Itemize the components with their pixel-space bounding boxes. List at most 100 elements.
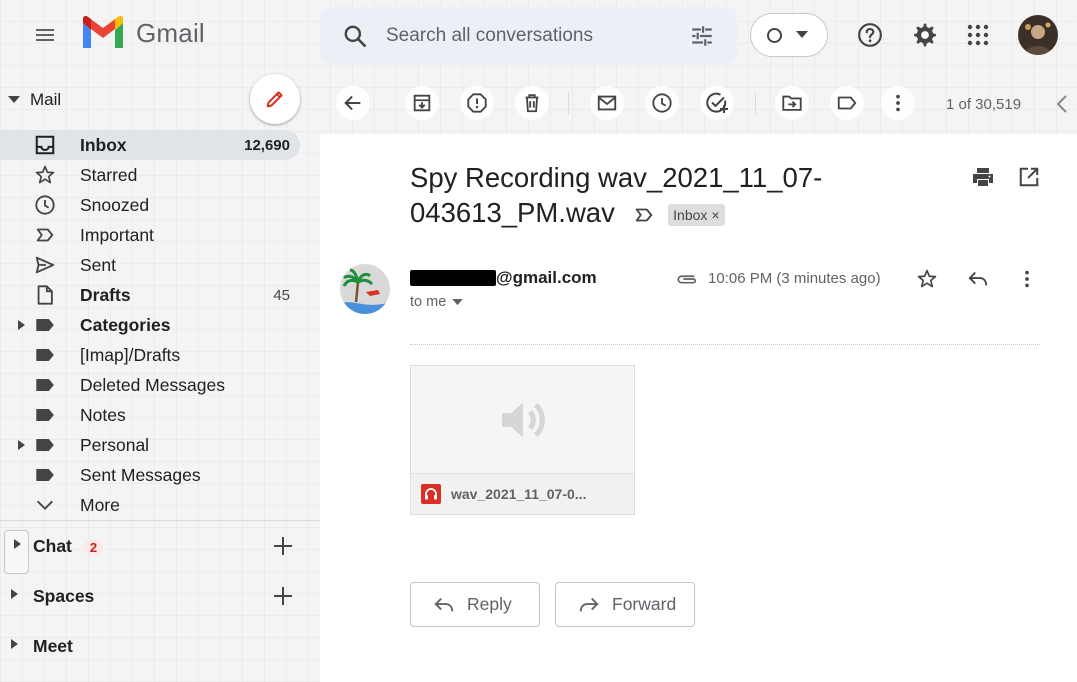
star-message-button[interactable] bbox=[912, 264, 942, 294]
chevron-down-icon bbox=[34, 494, 56, 516]
back-button[interactable] bbox=[336, 86, 370, 120]
archive-button[interactable] bbox=[405, 86, 439, 120]
sidebar-item-important[interactable]: Important bbox=[0, 220, 320, 250]
sidebar-item-sent[interactable]: Sent bbox=[0, 250, 320, 280]
snooze-button[interactable] bbox=[645, 86, 679, 120]
message-toolbar: 1 of 30,519 bbox=[320, 72, 1077, 134]
hamburger-icon bbox=[36, 29, 54, 41]
sender-avatar[interactable] bbox=[340, 264, 390, 314]
pagination-text: 1 of 30,519 bbox=[946, 96, 1022, 113]
add-to-tasks-button[interactable] bbox=[700, 86, 734, 120]
sidebar: Mail Inbox 12,690 Starred Snoozed Import… bbox=[0, 74, 320, 682]
attachment-card[interactable]: wav_2021_11_07-0... bbox=[410, 365, 635, 515]
more-vertical-icon bbox=[896, 94, 900, 112]
label-icon bbox=[34, 314, 56, 336]
recipients-toggle[interactable]: to me bbox=[410, 294, 464, 310]
search-bar bbox=[320, 7, 737, 64]
settings-button[interactable] bbox=[904, 14, 946, 56]
sidebar-item-imap-drafts[interactable]: [Imap]/Drafts bbox=[0, 340, 320, 370]
sidebar-item-label: Notes bbox=[80, 404, 126, 425]
sidebar-item-deleted-messages[interactable]: Deleted Messages bbox=[0, 370, 320, 400]
account-avatar[interactable] bbox=[1018, 15, 1058, 55]
sidebar-item-sent-messages[interactable]: Sent Messages bbox=[0, 460, 320, 490]
meet-label: Meet bbox=[33, 635, 73, 656]
apps-grid-icon bbox=[967, 24, 989, 46]
audio-file-icon bbox=[421, 484, 441, 504]
open-in-new-icon bbox=[1019, 167, 1039, 187]
reply-icon-button[interactable] bbox=[963, 264, 993, 294]
mark-unread-button[interactable] bbox=[590, 86, 624, 120]
gear-icon bbox=[914, 23, 936, 47]
move-to-button[interactable] bbox=[775, 86, 809, 120]
app-name: Gmail bbox=[136, 17, 205, 48]
caret-right-icon[interactable] bbox=[18, 320, 25, 330]
attachment-preview bbox=[411, 366, 634, 473]
sidebar-item-notes[interactable]: Notes bbox=[0, 400, 320, 430]
support-button[interactable] bbox=[849, 14, 891, 56]
forward-icon bbox=[579, 597, 599, 611]
labels-button[interactable] bbox=[830, 86, 864, 120]
chevron-left-icon[interactable] bbox=[1055, 94, 1069, 114]
reply-button[interactable]: Reply bbox=[410, 582, 540, 627]
remove-label-icon[interactable]: × bbox=[711, 207, 719, 223]
apps-button[interactable] bbox=[957, 14, 999, 56]
caret-right-icon bbox=[14, 539, 21, 549]
sidebar-item-inbox[interactable]: Inbox 12,690 bbox=[0, 130, 300, 160]
compose-button[interactable] bbox=[250, 74, 300, 124]
label-icon bbox=[34, 464, 56, 486]
sidebar-nav: Inbox 12,690 Starred Snoozed Important S… bbox=[0, 130, 320, 520]
move-to-folder-icon bbox=[782, 95, 802, 111]
sidebar-item-snoozed[interactable]: Snoozed bbox=[0, 190, 320, 220]
search-icon[interactable] bbox=[342, 23, 368, 49]
attachment-footer: wav_2021_11_07-0... bbox=[411, 473, 634, 514]
chat-expander[interactable] bbox=[4, 530, 29, 574]
print-button[interactable] bbox=[968, 162, 998, 192]
sidebar-divider bbox=[0, 520, 320, 521]
report-spam-button[interactable] bbox=[460, 86, 494, 120]
mail-icon bbox=[597, 95, 617, 111]
volume-icon bbox=[501, 402, 545, 437]
sidebar-item-label: Deleted Messages bbox=[80, 374, 225, 395]
status-selector[interactable] bbox=[750, 13, 828, 57]
label-icon bbox=[34, 404, 56, 426]
search-options-icon[interactable] bbox=[689, 23, 715, 49]
sidebar-section-meet[interactable]: Meet bbox=[0, 626, 320, 666]
redacted-name bbox=[410, 270, 496, 286]
sidebar-item-more[interactable]: More bbox=[0, 490, 320, 520]
reply-icon bbox=[968, 271, 988, 286]
chat-badge: 2 bbox=[83, 538, 104, 556]
more-actions-button[interactable] bbox=[881, 86, 915, 120]
caret-right-icon[interactable] bbox=[18, 440, 25, 450]
draft-count: 45 bbox=[273, 286, 290, 304]
mail-section-toggle[interactable]: Mail bbox=[8, 90, 61, 110]
important-icon bbox=[34, 224, 56, 246]
caret-right-icon bbox=[11, 639, 18, 649]
arrow-left-icon bbox=[344, 95, 361, 111]
sidebar-section-chat[interactable]: Chat 2 bbox=[0, 526, 320, 574]
important-marker-icon[interactable] bbox=[633, 204, 655, 226]
inbox-icon bbox=[34, 134, 56, 156]
label-outline-icon bbox=[837, 96, 857, 110]
plus-icon[interactable] bbox=[272, 535, 294, 557]
sidebar-item-categories[interactable]: Categories bbox=[0, 310, 320, 340]
plus-icon[interactable] bbox=[272, 585, 294, 607]
sidebar-item-label: Sent bbox=[80, 254, 116, 275]
more-vertical-icon bbox=[1025, 270, 1029, 288]
reply-label: Reply bbox=[467, 594, 512, 614]
forward-button[interactable]: Forward bbox=[555, 582, 695, 627]
open-in-new-window-button[interactable] bbox=[1014, 162, 1044, 192]
message-more-button[interactable] bbox=[1012, 264, 1042, 294]
label-icon bbox=[34, 344, 56, 366]
toolbar-divider bbox=[568, 92, 569, 114]
clock-icon bbox=[34, 194, 56, 216]
sidebar-item-drafts[interactable]: Drafts 45 bbox=[0, 280, 320, 310]
delete-button[interactable] bbox=[515, 86, 549, 120]
sender-address[interactable]: @gmail.com bbox=[410, 268, 597, 288]
sidebar-item-starred[interactable]: Starred bbox=[0, 160, 320, 190]
main-menu-button[interactable] bbox=[22, 14, 68, 56]
sidebar-section-spaces[interactable]: Spaces bbox=[0, 576, 320, 616]
sidebar-item-label: Drafts bbox=[80, 284, 131, 305]
gmail-logo[interactable]: Gmail bbox=[80, 15, 205, 51]
sidebar-item-personal[interactable]: Personal bbox=[0, 430, 320, 460]
search-input[interactable] bbox=[386, 24, 666, 47]
